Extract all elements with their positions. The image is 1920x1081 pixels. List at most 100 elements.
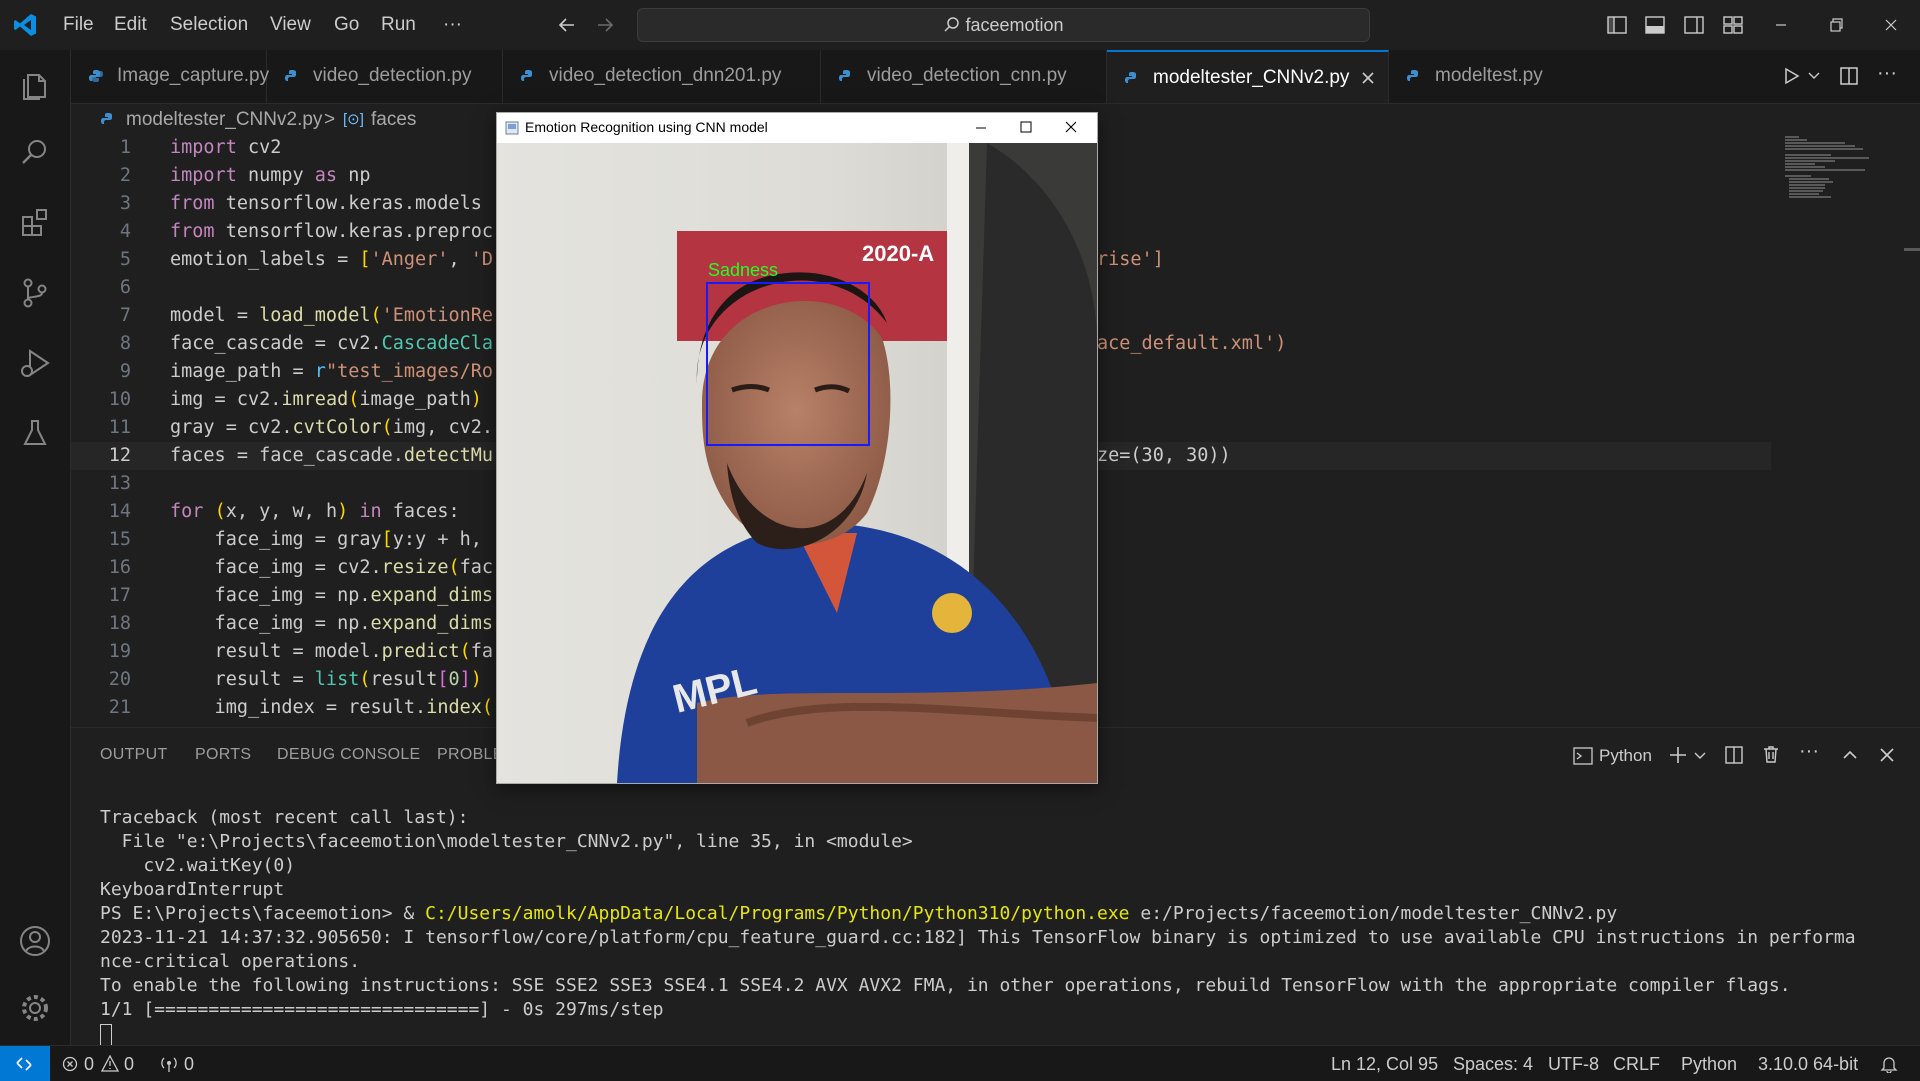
tab-video-detection-dnn201[interactable]: video_detection_dnn201.py	[503, 50, 821, 103]
maximize-panel-chevron-up-icon[interactable]	[1841, 746, 1859, 764]
cursor-position[interactable]: Ln 12, Col 95	[1331, 1054, 1438, 1075]
cv-close-icon[interactable]	[1064, 120, 1078, 134]
menu-view[interactable]: View	[270, 14, 311, 36]
warning-icon[interactable]	[101, 1055, 119, 1072]
menu-run[interactable]: Run	[381, 14, 416, 36]
face	[702, 300, 891, 545]
minimize-icon[interactable]	[1770, 14, 1792, 36]
opencv-title-bar[interactable]: Emotion Recognition using CNN model	[497, 113, 1097, 143]
extensions-icon[interactable]	[17, 205, 53, 241]
panel-tab-output[interactable]: OUTPUT	[100, 746, 168, 764]
menu-more[interactable]: ···	[443, 14, 462, 36]
tab-modeltest[interactable]: modeltest.py	[1389, 50, 1575, 103]
forward-arrow-icon[interactable]	[594, 14, 616, 36]
ports-count[interactable]: 0	[184, 1054, 194, 1075]
end-of-line[interactable]: CRLF	[1613, 1054, 1660, 1075]
terminal-command-line: PS E:\Projects\faceemotion> & C:/Users/a…	[100, 902, 1617, 926]
terminal-line: KeyboardInterrupt	[100, 879, 285, 900]
tab-label: Image_capture.py	[117, 65, 270, 86]
close-tab-icon[interactable]	[1360, 70, 1376, 86]
title-bar: File Edit Selection View Go Run ··· face…	[0, 0, 1920, 51]
opencv-window[interactable]: Emotion Recognition using CNN model 2020…	[496, 112, 1098, 784]
terminal-cursor[interactable]	[100, 1024, 112, 1046]
warning-count[interactable]: 0	[124, 1054, 134, 1075]
restore-icon[interactable]	[1825, 14, 1847, 36]
tab-label: modeltest.py	[1435, 65, 1543, 86]
breadcrumb-separator: >	[324, 109, 336, 130]
toggle-secondary-sidebar-icon[interactable]	[1683, 14, 1705, 36]
cv-maximize-icon[interactable]	[1019, 120, 1033, 134]
explorer-icon[interactable]	[17, 67, 53, 103]
settings-gear-icon[interactable]	[17, 990, 53, 1026]
back-arrow-icon[interactable]	[556, 14, 578, 36]
window-app-icon	[505, 121, 519, 135]
more-actions-icon[interactable]: ···	[1877, 62, 1897, 85]
opencv-window-title: Emotion Recognition using CNN model	[525, 119, 768, 135]
search-sidebar-icon[interactable]	[17, 135, 53, 171]
accounts-icon[interactable]	[17, 923, 53, 959]
python-file-icon	[521, 70, 532, 81]
scrollbar-indicator[interactable]	[1904, 248, 1920, 251]
python-file-icon	[101, 113, 112, 124]
split-terminal-icon[interactable]	[1724, 745, 1744, 765]
command-center-search[interactable]: faceemotion	[637, 8, 1370, 42]
activity-bar	[0, 50, 71, 1045]
tab-modeltester-cnnv2[interactable]: modeltester_CNNv2.py	[1107, 50, 1389, 103]
kill-terminal-trash-icon[interactable]	[1761, 744, 1781, 764]
tab-label: video_detection.py	[313, 65, 472, 86]
terminal-line: Traceback (most recent call last):	[100, 807, 469, 828]
code-fragment: ace_default.xml')	[1097, 333, 1287, 354]
panel-tab-ports[interactable]: PORTS	[195, 746, 251, 764]
vscode-logo-icon[interactable]	[12, 12, 38, 38]
terminal-icon	[1573, 747, 1593, 765]
panel-tab-problems[interactable]: PROBLE	[437, 746, 504, 764]
tab-label: video_detection_cnn.py	[867, 65, 1067, 86]
indentation[interactable]: Spaces: 4	[1453, 1054, 1533, 1075]
testing-flask-icon[interactable]	[17, 415, 53, 451]
tab-video-detection-cnn[interactable]: video_detection_cnn.py	[821, 50, 1107, 103]
menu-go[interactable]: Go	[334, 14, 359, 36]
error-icon[interactable]	[62, 1056, 78, 1072]
toggle-primary-sidebar-icon[interactable]	[1606, 14, 1628, 36]
cv-minimize-icon[interactable]	[974, 121, 988, 135]
error-count[interactable]: 0	[84, 1054, 94, 1075]
menu-selection[interactable]: Selection	[170, 14, 248, 36]
status-bar: 0 0 0 Ln 12, Col 95 Spaces: 4 UTF-8 CRLF…	[0, 1045, 1920, 1081]
panel-more-icon[interactable]: ···	[1799, 740, 1819, 763]
source-control-icon[interactable]	[17, 275, 53, 311]
detection-photo: 2020-A MPL Sadness	[497, 143, 1097, 783]
terminal-dropdown-chevron-icon[interactable]	[1693, 748, 1707, 762]
remote-indicator[interactable]	[0, 1046, 50, 1081]
python-file-icon	[89, 70, 103, 82]
tab-image-capture[interactable]: Image_capture.py	[71, 50, 270, 103]
close-panel-icon[interactable]	[1878, 746, 1896, 764]
language-mode[interactable]: Python	[1681, 1054, 1737, 1075]
run-debug-icon[interactable]	[17, 345, 53, 381]
forwarded-ports-icon[interactable]	[160, 1055, 178, 1073]
python-interpreter[interactable]: 3.10.0 64-bit	[1758, 1054, 1858, 1075]
tab-label: modeltester_CNNv2.py	[1153, 67, 1350, 88]
breadcrumb-symbol[interactable]: faces	[371, 109, 416, 131]
terminal-profile-label[interactable]: Python	[1599, 746, 1652, 766]
menu-file[interactable]: File	[63, 14, 94, 36]
toggle-panel-icon[interactable]	[1644, 14, 1666, 36]
split-editor-icon[interactable]	[1838, 65, 1860, 87]
breadcrumb-file[interactable]: modeltester_CNNv2.py	[126, 109, 322, 131]
terminal-prompt: PS E:\Projects\faceemotion> &	[100, 903, 426, 924]
search-label: faceemotion	[965, 15, 1064, 35]
tab-video-detection[interactable]: video_detection.py	[267, 50, 503, 103]
customize-layout-icon[interactable]	[1722, 14, 1744, 36]
new-terminal-plus-icon[interactable]	[1667, 744, 1689, 766]
emotion-label: Sadness	[708, 260, 778, 280]
terminal-exe-path: C:/Users/amolk/AppData/Local/Programs/Py…	[425, 903, 1130, 924]
variable-symbol-icon: [⊙]	[343, 111, 364, 128]
minimap[interactable]	[1785, 134, 1885, 214]
background-sign-text: 2020-A	[862, 241, 934, 266]
file-encoding[interactable]: UTF-8	[1548, 1054, 1599, 1075]
run-python-file-icon[interactable]	[1781, 66, 1801, 86]
notifications-bell-icon[interactable]	[1880, 1055, 1898, 1073]
panel-tab-debug-console[interactable]: DEBUG CONSOLE	[277, 746, 421, 764]
close-window-icon[interactable]	[1880, 14, 1902, 36]
menu-edit[interactable]: Edit	[114, 14, 147, 36]
run-dropdown-chevron-icon[interactable]	[1807, 68, 1821, 82]
